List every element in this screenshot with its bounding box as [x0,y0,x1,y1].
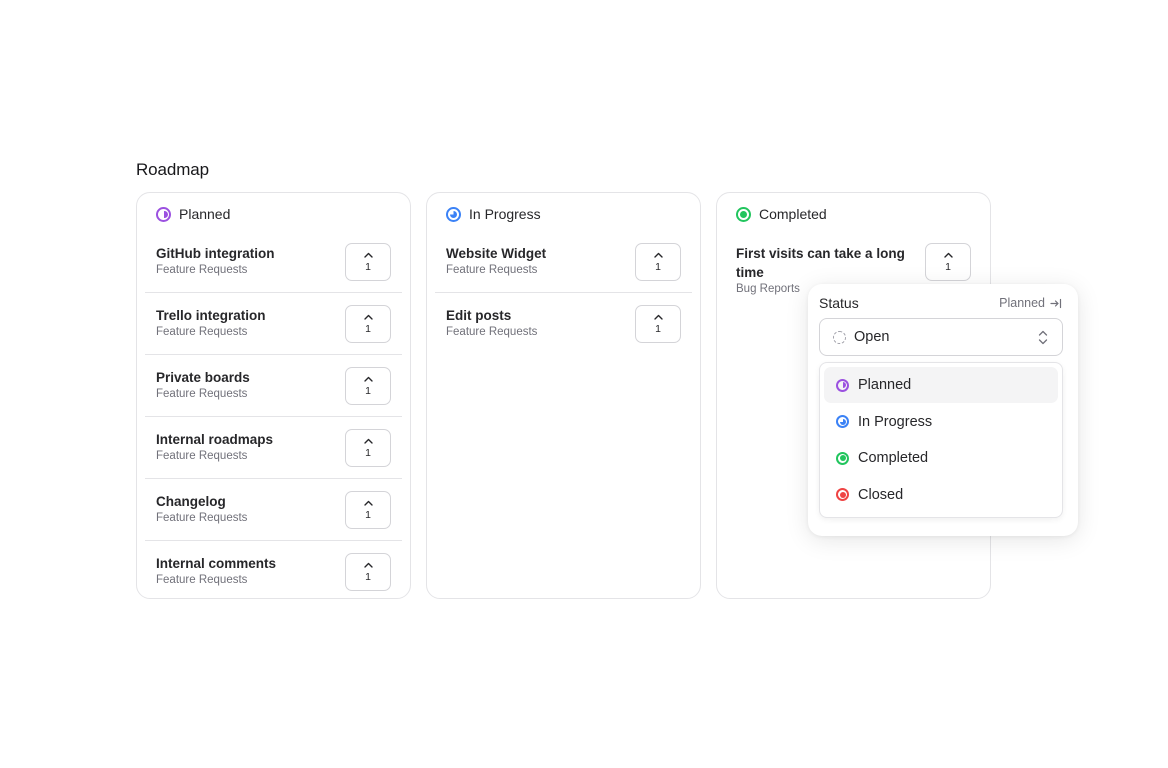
card-list: GitHub integration Feature Requests 1 Tr… [145,231,402,603]
upvote-button[interactable]: 1 [345,367,391,405]
card-category: Feature Requests [156,388,248,400]
roadmap-card[interactable]: Internal roadmaps Feature Requests 1 [145,417,402,479]
card-title: Private boards [156,370,250,385]
status-label: Status [819,295,859,311]
column-in-progress: In Progress Website Widget Feature Reque… [426,192,701,599]
upvote-button[interactable]: 1 [635,305,681,343]
column-header-planned: Planned [156,206,230,222]
card-category: Feature Requests [156,450,248,462]
upvote-button[interactable]: 1 [345,491,391,529]
vote-count: 1 [365,509,371,521]
in-progress-status-icon [836,415,849,429]
card-title: Changelog [156,494,226,509]
column-label: Completed [759,206,827,222]
completed-status-icon [736,206,751,222]
upvote-button[interactable]: 1 [345,429,391,467]
status-select-value: Open [854,329,890,345]
vote-count: 1 [365,385,371,397]
in-progress-status-icon [446,206,461,222]
roadmap-card[interactable]: Private boards Feature Requests 1 [145,355,402,417]
vote-count: 1 [365,447,371,459]
option-label: In Progress [858,413,933,430]
chevron-up-icon [943,251,953,260]
vote-count: 1 [365,571,371,583]
roadmap-card[interactable]: Changelog Feature Requests 1 [145,479,402,541]
chevron-up-icon [363,375,373,384]
chevron-up-down-icon [1038,330,1048,345]
card-title: First visits can take a long time [736,246,905,280]
upvote-button[interactable]: 1 [635,243,681,281]
column-label: In Progress [469,206,541,222]
dashed-circle-icon [833,330,846,344]
upvote-button[interactable]: 1 [345,553,391,591]
completed-status-icon [836,451,849,465]
planned-status-icon [156,206,171,222]
roadmap-card[interactable]: Trello integration Feature Requests 1 [145,293,402,355]
upvote-button[interactable]: 1 [925,243,971,281]
column-label: Planned [179,206,231,222]
column-header-completed: Completed [736,206,827,222]
card-title: Website Widget [446,246,547,261]
upvote-button[interactable]: 1 [345,305,391,343]
status-option-in-progress[interactable]: In Progress [824,404,1058,440]
chevron-up-icon [363,313,373,322]
card-title: Edit posts [446,308,512,323]
chevron-up-icon [363,561,373,570]
option-label: Planned [858,377,912,393]
card-category: Feature Requests [446,326,538,338]
roadmap-card[interactable]: Website Widget Feature Requests 1 [435,231,692,293]
card-title: GitHub integration [156,246,275,261]
roadmap-card[interactable]: GitHub integration Feature Requests 1 [145,231,402,293]
status-options-list: Planned In Progress Completed Closed [819,362,1063,518]
upvote-button[interactable]: 1 [345,243,391,281]
card-title: Internal roadmaps [156,432,274,447]
card-category: Feature Requests [156,574,248,586]
chevron-up-icon [363,499,373,508]
arrow-right-to-line-icon [1050,298,1062,308]
chevron-up-icon [653,251,663,260]
status-option-closed[interactable]: Closed [824,477,1058,513]
roadmap-card[interactable]: Edit posts Feature Requests 1 [435,293,692,355]
option-label: Completed [858,450,929,467]
chevron-up-icon [363,251,373,260]
column-header-in-progress: In Progress [446,206,541,222]
card-title: Internal comments [156,556,277,571]
vote-count: 1 [655,323,661,335]
roadmap-card[interactable]: Internal comments Feature Requests 1 [145,541,402,603]
planned-status-icon [836,378,849,392]
closed-status-icon [836,488,849,502]
vote-count: 1 [365,261,371,273]
current-status-text: Planned [999,296,1045,310]
chevron-up-icon [653,313,663,322]
chevron-up-icon [363,437,373,446]
status-select[interactable]: Open [819,318,1063,356]
vote-count: 1 [365,323,371,335]
card-category: Feature Requests [156,512,248,524]
card-category: Feature Requests [156,326,248,338]
option-label: Closed [858,486,904,503]
card-category: Feature Requests [156,264,248,276]
column-planned: Planned GitHub integration Feature Reque… [136,192,411,599]
status-popover: Status Planned Open Planned In Progress … [808,284,1078,536]
status-option-planned[interactable]: Planned [824,367,1058,403]
current-status-link[interactable]: Planned [999,296,1062,310]
status-option-completed[interactable]: Completed [824,440,1058,476]
card-list: Website Widget Feature Requests 1 Edit p… [435,231,692,355]
card-title: Trello integration [156,308,266,323]
vote-count: 1 [655,261,661,273]
page-title: Roadmap [136,160,210,179]
card-category: Feature Requests [446,264,538,276]
card-category: Bug Reports [736,283,800,295]
vote-count: 1 [945,261,951,273]
